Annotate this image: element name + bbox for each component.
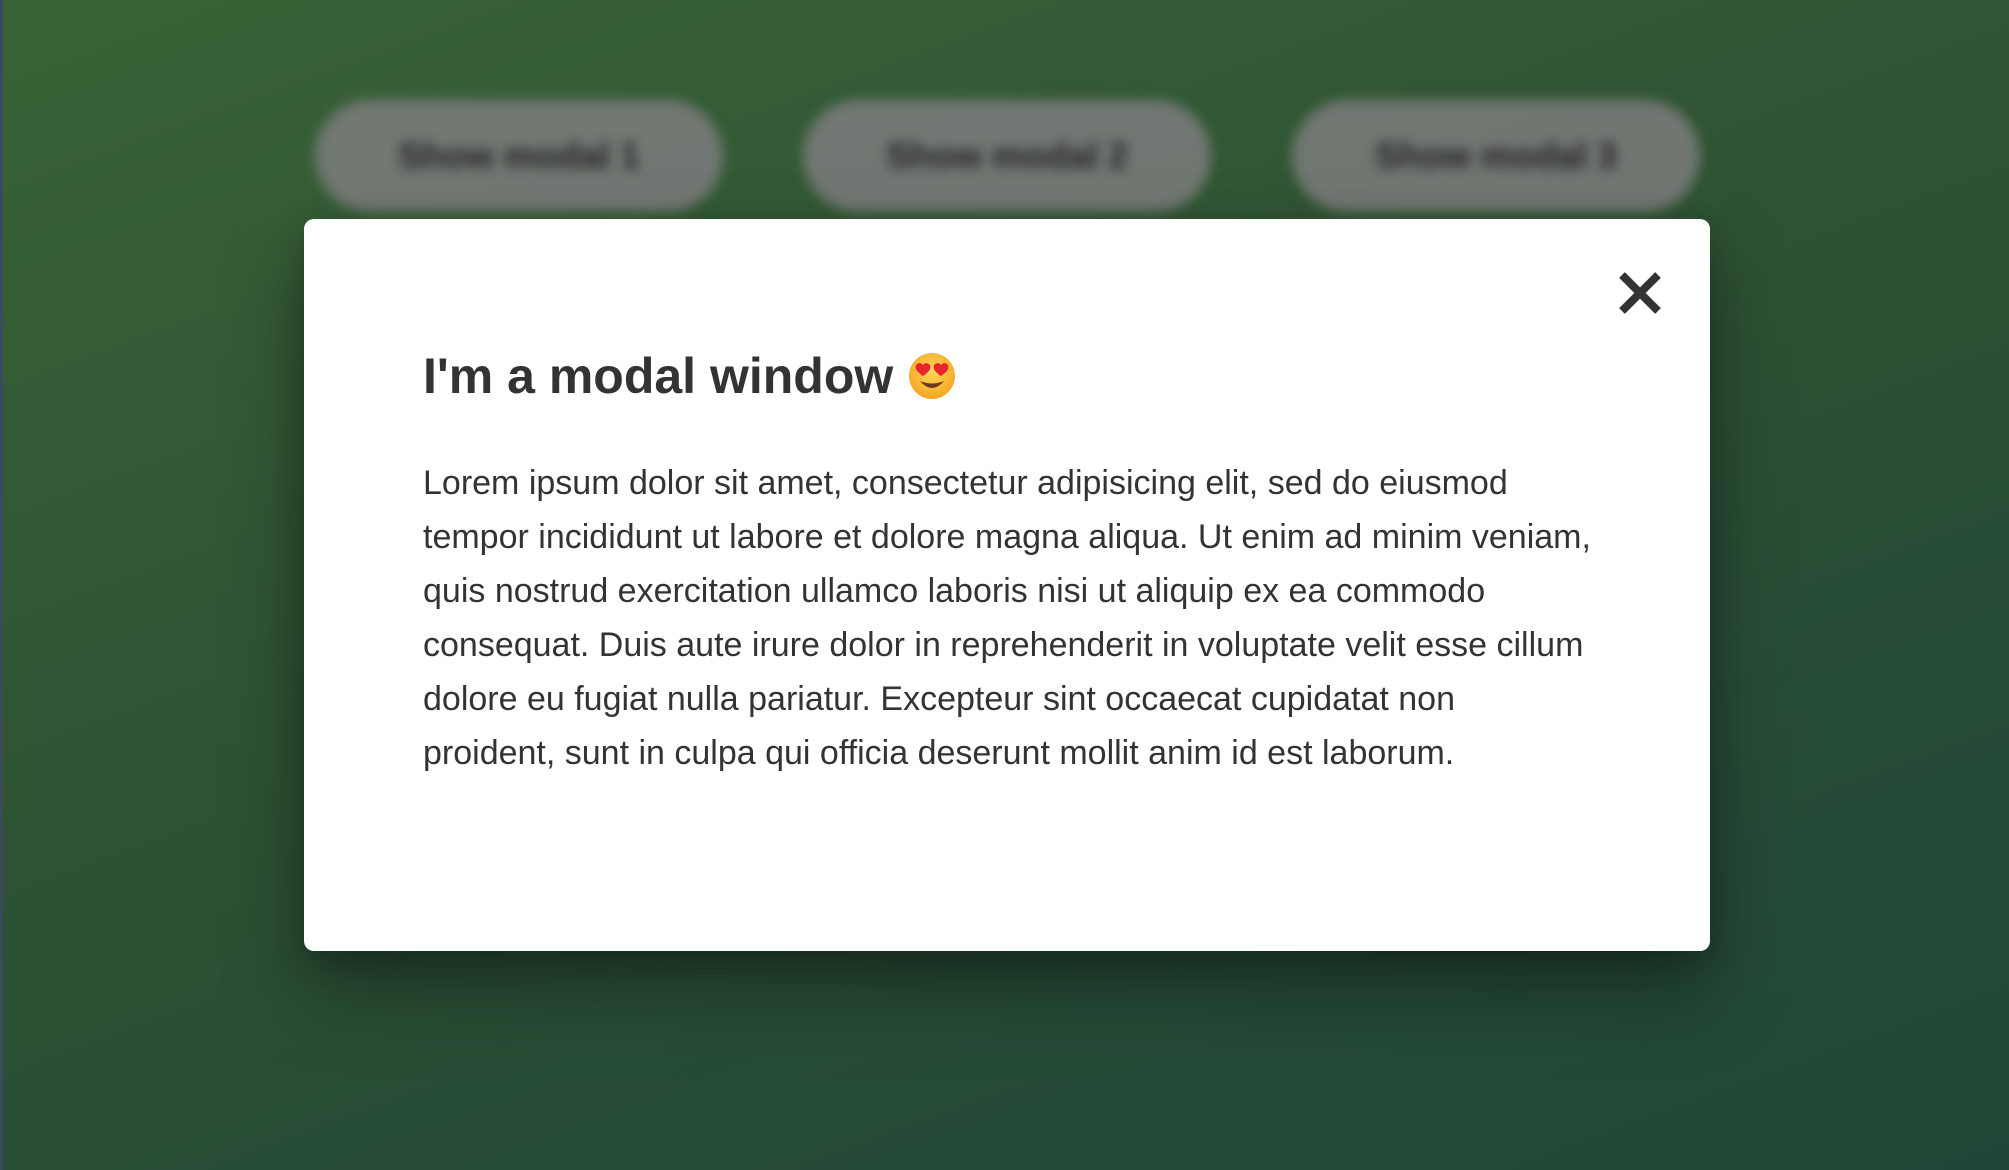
close-icon bbox=[1619, 272, 1661, 314]
modal-body-text: Lorem ipsum dolor sit amet, consectetur … bbox=[423, 464, 1591, 772]
modal-title: I'm a modal window bbox=[423, 347, 957, 405]
background-button-row: Show modal 1 Show modal 2 Show modal 3 bbox=[0, 0, 2009, 230]
smiling-face-with-heart-eyes-icon bbox=[909, 353, 956, 399]
show-modal-1-button[interactable]: Show modal 1 bbox=[315, 100, 723, 212]
modal-title-text: I'm a modal window bbox=[423, 348, 894, 404]
show-modal-2-button[interactable]: Show modal 2 bbox=[803, 100, 1211, 212]
show-modal-3-button[interactable]: Show modal 3 bbox=[1292, 100, 1700, 212]
close-button[interactable] bbox=[1610, 263, 1670, 323]
modal-window: I'm a modal window Lorem ipsum dolor sit… bbox=[304, 219, 1710, 951]
